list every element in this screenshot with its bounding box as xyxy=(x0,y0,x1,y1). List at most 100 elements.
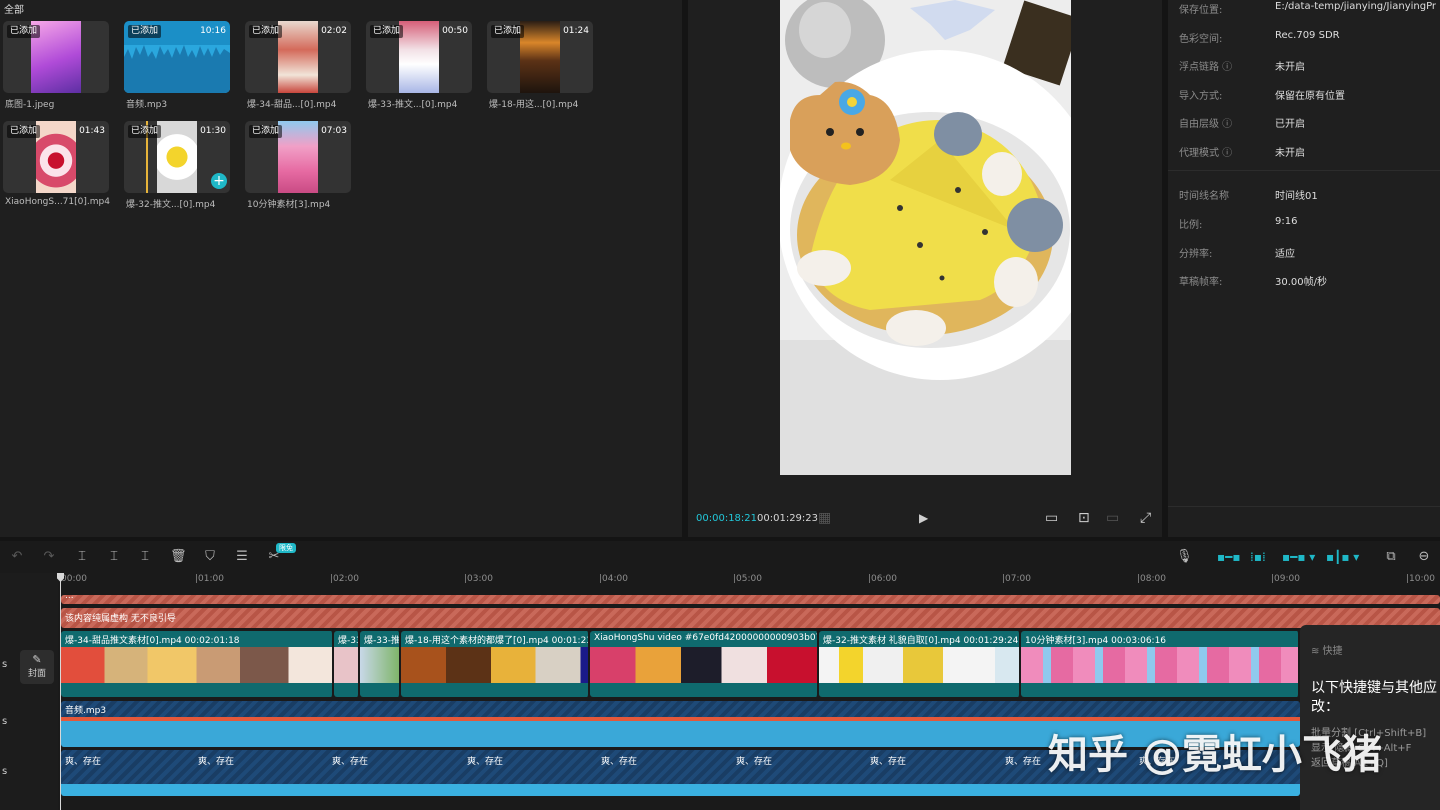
add-to-timeline-icon[interactable]: + xyxy=(211,173,227,189)
prop-ratio: 比例: 9:16 xyxy=(1179,216,1439,232)
cover-button[interactable]: ✎ 封面 xyxy=(20,650,54,684)
video-preview[interactable] xyxy=(780,0,1071,475)
video-clip[interactable]: 爆-34-甜品推文素材[0].mp4 00:02:01:18 xyxy=(61,631,334,697)
grid-icon[interactable]: ▦ xyxy=(818,510,831,526)
clip-thumbnails xyxy=(334,647,358,683)
audio-waveform xyxy=(61,784,1300,796)
track-tag: s xyxy=(2,716,8,727)
prop-value: 适应 xyxy=(1275,249,1295,260)
edit-icon: ✎ xyxy=(32,653,42,666)
track-tag: s xyxy=(2,766,8,777)
prop-timeline-name: 时间线名称 时间线01 xyxy=(1179,187,1439,203)
media-thumbnail[interactable]: 已添加 07:03 xyxy=(245,121,351,193)
aspect-icon[interactable]: ▭ xyxy=(1106,510,1119,526)
segment-label: 爽、存在 xyxy=(601,757,638,767)
media-item[interactable]: 已添加 01:30 + 爆-32-推文...[0].mp4 xyxy=(124,121,230,216)
microphone-icon[interactable]: 🎙 xyxy=(1176,549,1193,565)
media-item[interactable]: 已添加 底图-1.jpeg xyxy=(3,21,109,116)
prop-color-space: 色彩空间: Rec.709 SDR xyxy=(1179,30,1439,46)
clip-thumbnails xyxy=(401,647,588,683)
total-timecode: 00:01:29:23 xyxy=(757,513,819,524)
delete-icon[interactable]: 🗑 xyxy=(170,549,187,565)
current-timecode: 00:00:18:21 xyxy=(696,513,758,524)
divider xyxy=(1168,170,1440,171)
segment-label: 爽、存在 xyxy=(198,757,235,767)
play-icon[interactable]: ▶ xyxy=(919,510,928,526)
media-thumbnail[interactable]: 已添加 01:30 + xyxy=(124,121,230,193)
prop-value: 已开启 xyxy=(1275,119,1305,130)
media-name: 爆-32-推文...[0].mp4 xyxy=(126,200,216,210)
video-clip[interactable]: 10分钟素材[3].mp4 00:03:06:16 xyxy=(1021,631,1300,697)
ratio-icon[interactable]: ▭ xyxy=(1045,510,1058,526)
media-thumbnail[interactable]: 已添加 01:24 xyxy=(487,21,593,93)
prop-key: 浮点链路 ⓘ xyxy=(1179,62,1233,73)
video-clip[interactable]: XiaoHongShu video #67e0fd42000000000903b… xyxy=(590,631,819,697)
playhead[interactable] xyxy=(60,573,61,810)
shield-icon[interactable]: ⛉ xyxy=(202,549,218,565)
media-thumbnail[interactable]: 已添加 10:16 xyxy=(124,21,230,93)
linkage-icon[interactable]: ▪┃▪ ▾ xyxy=(1326,549,1359,565)
added-badge: 已添加 xyxy=(7,125,41,138)
media-item[interactable]: 已添加 02:02 爆-34-甜品...[0].mp4 xyxy=(245,21,351,116)
media-item[interactable]: 已添加 01:43 XiaoHongS...71[0].mp4 xyxy=(3,121,110,216)
text-clip[interactable]: ... xyxy=(61,595,1440,604)
split-icon[interactable]: ⌶ xyxy=(74,549,90,565)
media-thumbnail[interactable]: 已添加 xyxy=(3,21,109,93)
media-thumbnail[interactable]: 已添加 00:50 xyxy=(366,21,472,93)
prop-proxy-mode: 代理模式 ⓘ 未开启 xyxy=(1179,144,1439,160)
time-ruler[interactable]: 00:00 |01:00 |02:00 |03:00 |04:00 |05:00… xyxy=(58,573,1440,593)
media-item[interactable]: 已添加 10:16 音频.mp3 xyxy=(124,21,230,116)
ruler-tick: |04:00 xyxy=(599,574,628,584)
fullscreen-icon[interactable]: ⤢ xyxy=(1140,510,1151,526)
ruler-tick: |10:00 xyxy=(1406,574,1435,584)
video-clip[interactable]: 爆-33 xyxy=(334,631,360,697)
media-duration: 10:16 xyxy=(200,26,226,36)
segment-label: 爽、存在 xyxy=(1005,757,1042,767)
preview-window-icon[interactable]: ⧉ xyxy=(1383,549,1399,565)
media-thumbnail[interactable]: 已添加 01:43 xyxy=(3,121,109,193)
clip-label: 10分钟素材[3].mp4 00:03:06:16 xyxy=(1025,636,1167,646)
clip-thumbnails xyxy=(360,647,399,683)
media-thumbnail[interactable]: 已添加 02:02 xyxy=(245,21,351,93)
video-clip[interactable]: 爆-18-用这个素材的都爆了[0].mp4 00:01:23: xyxy=(401,631,590,697)
zoom-out-icon[interactable]: ⊖ xyxy=(1416,549,1432,565)
undo-icon[interactable]: ↶ xyxy=(9,549,25,565)
snap-icon[interactable]: ▪━▪ ▾ xyxy=(1282,549,1315,565)
prop-key: 代理模式 ⓘ xyxy=(1179,148,1233,159)
split-right-icon[interactable]: ⌶ xyxy=(137,549,153,565)
properties-panel: 保存位置: E:/data-temp/jianying/JianyingPr 色… xyxy=(1168,0,1440,537)
preview-axis-icon[interactable]: ⁞▪⁞ xyxy=(1250,549,1266,565)
ruler-tick: |01:00 xyxy=(195,574,224,584)
ruler-tick: |09:00 xyxy=(1271,574,1300,584)
video-clip[interactable]: 爆-33-推 xyxy=(360,631,401,697)
prop-key: 时间线名称 xyxy=(1179,191,1229,202)
zoom-fit-icon[interactable]: ⊡ xyxy=(1078,510,1090,526)
media-name: 10分钟素材[3].mp4 xyxy=(247,200,331,210)
divider xyxy=(1168,506,1440,507)
redo-icon[interactable]: ↷ xyxy=(41,549,57,565)
media-item[interactable]: 已添加 07:03 10分钟素材[3].mp4 xyxy=(245,121,351,216)
caption-icon[interactable]: ☰ xyxy=(234,549,250,565)
video-clip[interactable]: 爆-32-推文素材 礼貌自取[0].mp4 00:01:29:24 xyxy=(819,631,1021,697)
prop-value: 未开启 xyxy=(1275,62,1305,73)
track-header-column xyxy=(0,573,58,810)
track-tag: s xyxy=(2,659,8,670)
media-item[interactable]: 已添加 01:24 爆-18-用这...[0].mp4 xyxy=(487,21,593,116)
media-duration: 01:43 xyxy=(79,126,105,136)
prop-frame-rate: 草稿帧率: 30.00帧/秒 xyxy=(1179,273,1439,289)
media-duration: 01:30 xyxy=(200,126,226,136)
link-main-track-icon[interactable]: ▪━▪ xyxy=(1217,549,1241,565)
segment-label: 爽、存在 xyxy=(736,757,773,767)
hint-message: 以下快捷键与其他应改： xyxy=(1311,680,1437,715)
ruler-tick: |06:00 xyxy=(868,574,897,584)
media-tab-all[interactable]: 全部 xyxy=(4,1,24,16)
media-item[interactable]: 已添加 00:50 爆-33-推文...[0].mp4 xyxy=(366,21,472,116)
player-controls: 00:00:18:21 00:01:29:23 ▦ ▶ ▭ ⊡ ▭ ⤢ xyxy=(688,505,1162,531)
split-left-icon[interactable]: ⌶ xyxy=(106,549,122,565)
prop-value: 未开启 xyxy=(1275,148,1305,159)
media-duration: 01:24 xyxy=(563,26,589,36)
prop-save-location: 保存位置: E:/data-temp/jianying/JianyingPr xyxy=(1179,1,1439,17)
prop-free-layer: 自由层级 ⓘ 已开启 xyxy=(1179,115,1439,131)
prop-float-link: 浮点链路 ⓘ 未开启 xyxy=(1179,58,1439,74)
text-clip[interactable]: 该内容纯属虚构 无不良引导 xyxy=(61,608,1440,628)
